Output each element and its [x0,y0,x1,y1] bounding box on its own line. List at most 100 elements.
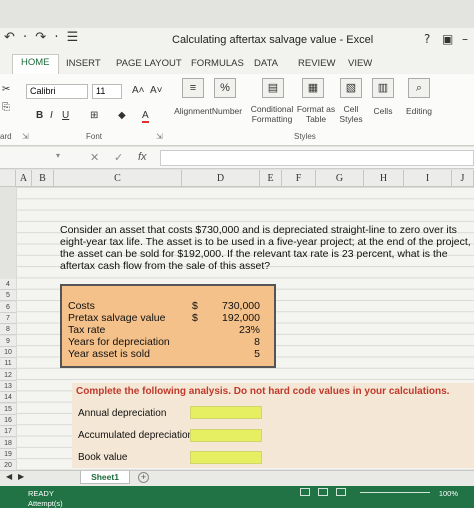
alignment-icon[interactable]: ≡ [182,78,204,98]
paste-icon[interactable]: ✂ [2,84,10,95]
normal-view-icon[interactable] [300,488,310,496]
zoom-slider[interactable] [360,492,430,493]
analysis-label: Accumulated depreciation [78,430,194,441]
input-label: Tax rate [68,324,106,336]
tab-review[interactable]: REVIEW [298,58,335,69]
quick-access-toolbar[interactable]: ↶ · ↷ · ☰ [4,30,80,45]
font-color-button[interactable]: A [142,110,149,123]
number-button[interactable]: Number [208,106,246,116]
column-header-a[interactable]: A [16,170,32,187]
input-value-cell[interactable]: 23% [239,324,260,336]
percent-icon[interactable]: % [214,78,236,98]
ribbon-display-icon[interactable]: ▣ [442,32,453,46]
font-name-dropdown[interactable]: Calibri [26,84,88,99]
tab-formulas[interactable]: FORMULAS [191,58,244,69]
row-header[interactable]: 18 [0,438,16,449]
conditional-formatting-button[interactable]: Conditional Formatting [248,104,296,124]
cell-styles-button[interactable]: Cell Styles [334,104,368,124]
accumulated-depreciation-input[interactable] [190,429,262,442]
enter-formula-button[interactable]: ✓ [114,151,123,164]
column-header-j[interactable]: J [452,170,474,187]
input-label: Year asset is sold [68,348,150,360]
annual-depreciation-input[interactable] [190,406,262,419]
row-header[interactable]: 11 [0,358,16,369]
add-sheet-icon[interactable]: + [138,472,149,483]
row-header[interactable]: 8 [0,324,16,335]
problem-statement: Consider an asset that costs $730,000 an… [60,224,471,272]
row-header[interactable]: 7 [0,313,16,324]
input-value-cell[interactable]: 730,000 [222,300,260,312]
zoom-level[interactable]: 100% [439,489,458,498]
cells-icon[interactable]: ▥ [372,78,394,98]
fill-color-icon[interactable]: ◆ [118,110,126,121]
help-button[interactable]: ? [424,32,430,46]
column-header-e[interactable]: E [260,170,282,187]
sheet-tab-sheet1[interactable]: Sheet1 [80,471,130,484]
tab-home[interactable]: HOME [12,54,59,74]
grow-font-button[interactable]: A˄ [132,85,145,96]
bold-button[interactable]: B [36,110,43,121]
font-launcher-icon[interactable]: ⇲ [156,132,163,141]
column-header-b[interactable]: B [32,170,54,187]
tab-view[interactable]: VIEW [348,58,372,69]
page-break-view-icon[interactable] [336,488,346,496]
select-all-corner[interactable] [0,170,16,187]
input-value-cell[interactable]: 8 [254,336,260,348]
clipboard-launcher-icon[interactable]: ⇲ [22,132,29,141]
excel-window: { "window": { "title": "Calculating afte… [0,0,474,508]
scroll-right-icon[interactable]: ▶ [18,472,24,481]
sheet-tab-bar [0,470,474,486]
format-as-table-icon[interactable]: ▦ [302,78,324,98]
row-header[interactable]: 4 [0,279,16,290]
row-header[interactable]: 10 [0,347,16,358]
conditional-formatting-icon[interactable]: ▤ [262,78,284,98]
name-box-dropdown-icon[interactable]: ▾ [56,151,60,160]
borders-icon[interactable]: ⊞ [90,110,98,121]
column-header-c[interactable]: C [54,170,182,187]
italic-button[interactable]: I [50,110,53,121]
row-header[interactable]: 16 [0,415,16,426]
row-header[interactable]: 12 [0,370,16,381]
row-header[interactable]: 9 [0,336,16,347]
tab-data[interactable]: DATA [254,58,278,69]
column-header-i[interactable]: I [404,170,452,187]
input-value-cell[interactable]: 192,000 [222,312,260,324]
row-header[interactable]: 6 [0,302,16,313]
column-header-g[interactable]: G [316,170,364,187]
page-layout-view-icon[interactable] [318,488,328,496]
copy-icon[interactable]: ⎘ [2,102,10,113]
underline-button[interactable]: U [62,110,69,121]
row-header[interactable]: 13 [0,381,16,392]
cell-styles-icon[interactable]: ▧ [340,78,362,98]
book-value-input[interactable] [190,451,262,464]
column-header-d[interactable]: D [182,170,260,187]
tab-insert[interactable]: INSERT [66,58,101,69]
editing-button[interactable]: Editing [400,106,438,116]
status-bar [0,486,474,508]
minimize-icon[interactable]: – [462,32,468,46]
format-as-table-button[interactable]: Format as Table [296,104,336,124]
column-header-f[interactable]: F [282,170,316,187]
currency-sign: $ [192,312,198,324]
formula-input[interactable] [160,150,474,166]
group-label-font: Font [86,132,103,141]
cancel-formula-button[interactable]: ✕ [90,151,99,164]
scroll-left-icon[interactable]: ◀ [6,472,12,481]
status-ready: READY [28,489,54,498]
row-header[interactable]: 15 [0,404,16,415]
font-size-dropdown[interactable]: 11 [92,84,122,99]
tab-page-layout[interactable]: PAGE LAYOUT [116,58,182,69]
row-header[interactable]: 19 [0,449,16,460]
input-value-cell[interactable]: 5 [254,348,260,360]
row-header[interactable]: 14 [0,392,16,403]
cells-button[interactable]: Cells [366,106,400,116]
analysis-label: Book value [78,452,128,463]
input-label: Pretax salvage value [68,312,166,324]
column-header-h[interactable]: H [364,170,404,187]
input-label: Costs [68,300,95,312]
insert-function-button[interactable]: fx [138,151,147,163]
row-header[interactable]: 5 [0,290,16,301]
shrink-font-button[interactable]: A˅ [150,85,163,96]
row-header[interactable]: 17 [0,426,16,437]
editing-icon[interactable]: ⌕ [408,78,430,98]
